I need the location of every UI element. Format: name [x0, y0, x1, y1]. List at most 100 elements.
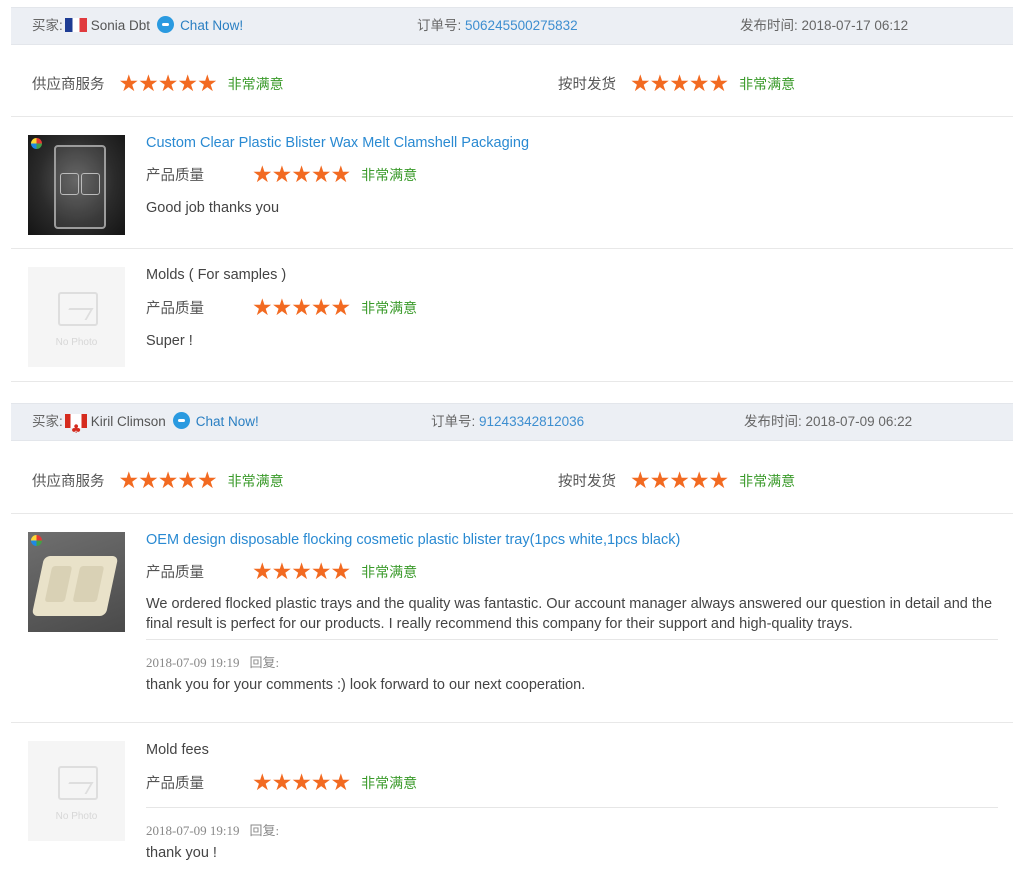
star-icon: ★: [688, 468, 710, 494]
star-icon: ★: [252, 162, 273, 188]
on-time-delivery-label: 按时发货: [558, 77, 616, 93]
reply-label: 回复:: [249, 655, 280, 670]
star-icon: ★: [197, 71, 218, 97]
star-icon: ★: [157, 468, 179, 494]
star-icon: ★: [177, 71, 198, 97]
order-no-label: 订单号:: [417, 18, 462, 33]
product-title-link[interactable]: Custom Clear Plastic Blister Wax Melt Cl…: [146, 135, 529, 151]
no-photo-text: No Photo: [55, 811, 98, 822]
reply-time: 2018-07-09 19:19: [146, 655, 240, 670]
order-header: 买家: Kiril Climson Chat Now! 订单号: 912433428…: [11, 403, 1013, 447]
image-placeholder-icon: [58, 766, 98, 800]
publish-time: 发布时间: 2018-07-09 06:22: [744, 404, 912, 440]
star-icon: ★: [330, 295, 352, 321]
order-header: 买家: Sonia Dbt Chat Now! 订单号: 5062455002758…: [11, 7, 1013, 45]
reply-text: thank you !: [146, 845, 217, 861]
order-no-link[interactable]: 506245500275832: [465, 18, 578, 33]
star-icon: ★: [310, 559, 332, 585]
product-quality-rating: 产品质量 ★★★★★ 非常满意: [146, 771, 417, 795]
product-quality-rating: 产品质量 ★★★★★ 非常满意: [146, 296, 417, 320]
star-rating: ★★★★★: [630, 451, 729, 515]
product-quality-label: 产品质量: [146, 565, 204, 581]
product-title-link[interactable]: OEM design disposable flocking cosmetic …: [146, 532, 680, 548]
brand-logo-icon: [31, 535, 42, 546]
star-icon: ★: [118, 468, 140, 494]
star-icon: ★: [291, 559, 312, 585]
star-icon: ★: [271, 770, 293, 796]
star-icon: ★: [649, 468, 671, 494]
supplier-service-label: 供应商服务: [32, 77, 105, 93]
satisfaction-text: 非常满意: [227, 76, 284, 92]
star-rating: ★★★★★: [630, 54, 730, 118]
product-title: Mold fees: [146, 742, 209, 758]
star-rating: ★★★★★: [118, 451, 218, 515]
satisfaction-text: 非常满意: [361, 564, 418, 580]
order-no-link[interactable]: 91243342812036: [479, 414, 584, 429]
reply-meta: 2018-07-09 19:19 回复:: [146, 652, 279, 671]
publish-time-value: 2018-07-17 06:12: [801, 18, 909, 33]
no-photo-text: No Photo: [55, 337, 98, 348]
star-icon: ★: [669, 468, 690, 494]
star-icon: ★: [630, 71, 651, 97]
publish-time-value: 2018-07-09 06:22: [805, 414, 913, 429]
supplier-service-label: 供应商服务: [32, 474, 105, 490]
star-rating: ★★★★★: [118, 54, 218, 118]
satisfaction-text: 非常满意: [361, 300, 418, 316]
star-icon: ★: [310, 295, 332, 321]
supplier-service-rating: 供应商服务 ★★★★★ 非常满意: [32, 449, 284, 515]
product-review: No Photo Mold fees 产品质量 ★★★★★ 非常满意 2018-07…: [11, 723, 1013, 883]
star-icon: ★: [271, 162, 293, 188]
order-number: 订单号: 91243342812036: [431, 404, 584, 440]
star-icon: ★: [708, 71, 730, 97]
seller-ratings: 供应商服务 ★★★★★ 非常满意 按时发货 ★★★★★ 非常满意: [11, 52, 1013, 117]
star-icon: ★: [330, 770, 352, 796]
chat-icon[interactable]: [157, 16, 175, 33]
product-image-placeholder: No Photo: [28, 267, 125, 367]
satisfaction-text: 非常满意: [739, 76, 796, 92]
satisfaction-text: 非常满意: [361, 775, 418, 791]
star-icon: ★: [291, 162, 312, 188]
seller-ratings: 供应商服务 ★★★★★ 非常满意 按时发货 ★★★★★ 非常满意: [11, 449, 1013, 514]
star-icon: ★: [138, 468, 159, 494]
image-placeholder-icon: [58, 292, 98, 326]
canada-flag-icon: [64, 411, 87, 447]
star-icon: ★: [177, 468, 198, 494]
product-quality-rating: 产品质量 ★★★★★ 非常满意: [146, 163, 417, 187]
chat-now-link[interactable]: Chat Now!: [180, 18, 243, 33]
product-image[interactable]: [28, 532, 125, 632]
star-icon: ★: [252, 295, 273, 321]
star-icon: ★: [118, 71, 140, 97]
reply-meta: 2018-07-09 19:19 回复:: [146, 820, 279, 839]
supplier-service-rating: 供应商服务 ★★★★★ 非常满意: [32, 52, 284, 118]
star-icon: ★: [669, 71, 690, 97]
brand-logo-icon: [31, 138, 42, 149]
review-comment: We ordered flocked plastic trays and the…: [146, 596, 993, 632]
star-icon: ★: [649, 71, 671, 97]
order-number: 订单号: 506245500275832: [417, 8, 578, 44]
product-review: Custom Clear Plastic Blister Wax Melt Cl…: [11, 117, 1013, 249]
product-title: Molds ( For samples ): [146, 267, 287, 283]
reply-time: 2018-07-09 19:19: [146, 823, 240, 838]
france-flag-icon: [64, 18, 87, 32]
star-rating: ★★★★★: [252, 162, 351, 189]
star-rating: ★★★★★: [252, 770, 352, 797]
product-review: No Photo Molds ( For samples ) 产品质量 ★★★★★…: [11, 249, 1013, 382]
on-time-delivery-label: 按时发货: [558, 474, 616, 490]
chat-now-link[interactable]: Chat Now!: [196, 414, 259, 429]
review-comment: Super !: [146, 333, 193, 349]
product-image-placeholder: No Photo: [28, 741, 125, 841]
star-icon: ★: [310, 162, 332, 188]
review-comment: Good job thanks you: [146, 200, 280, 216]
star-icon: ★: [197, 468, 218, 494]
order-no-label: 订单号:: [431, 414, 476, 429]
on-time-delivery-rating: 按时发货 ★★★★★ 非常满意: [558, 449, 795, 515]
star-icon: ★: [138, 71, 159, 97]
buyer-name: Kiril Climson: [90, 414, 166, 429]
buyer-info: 买家: Kiril Climson Chat Now!: [32, 404, 259, 447]
star-icon: ★: [330, 559, 352, 585]
star-icon: ★: [252, 770, 273, 796]
satisfaction-text: 非常满意: [361, 167, 418, 183]
star-icon: ★: [271, 559, 293, 585]
chat-icon[interactable]: [172, 412, 190, 429]
product-image[interactable]: [28, 135, 125, 235]
